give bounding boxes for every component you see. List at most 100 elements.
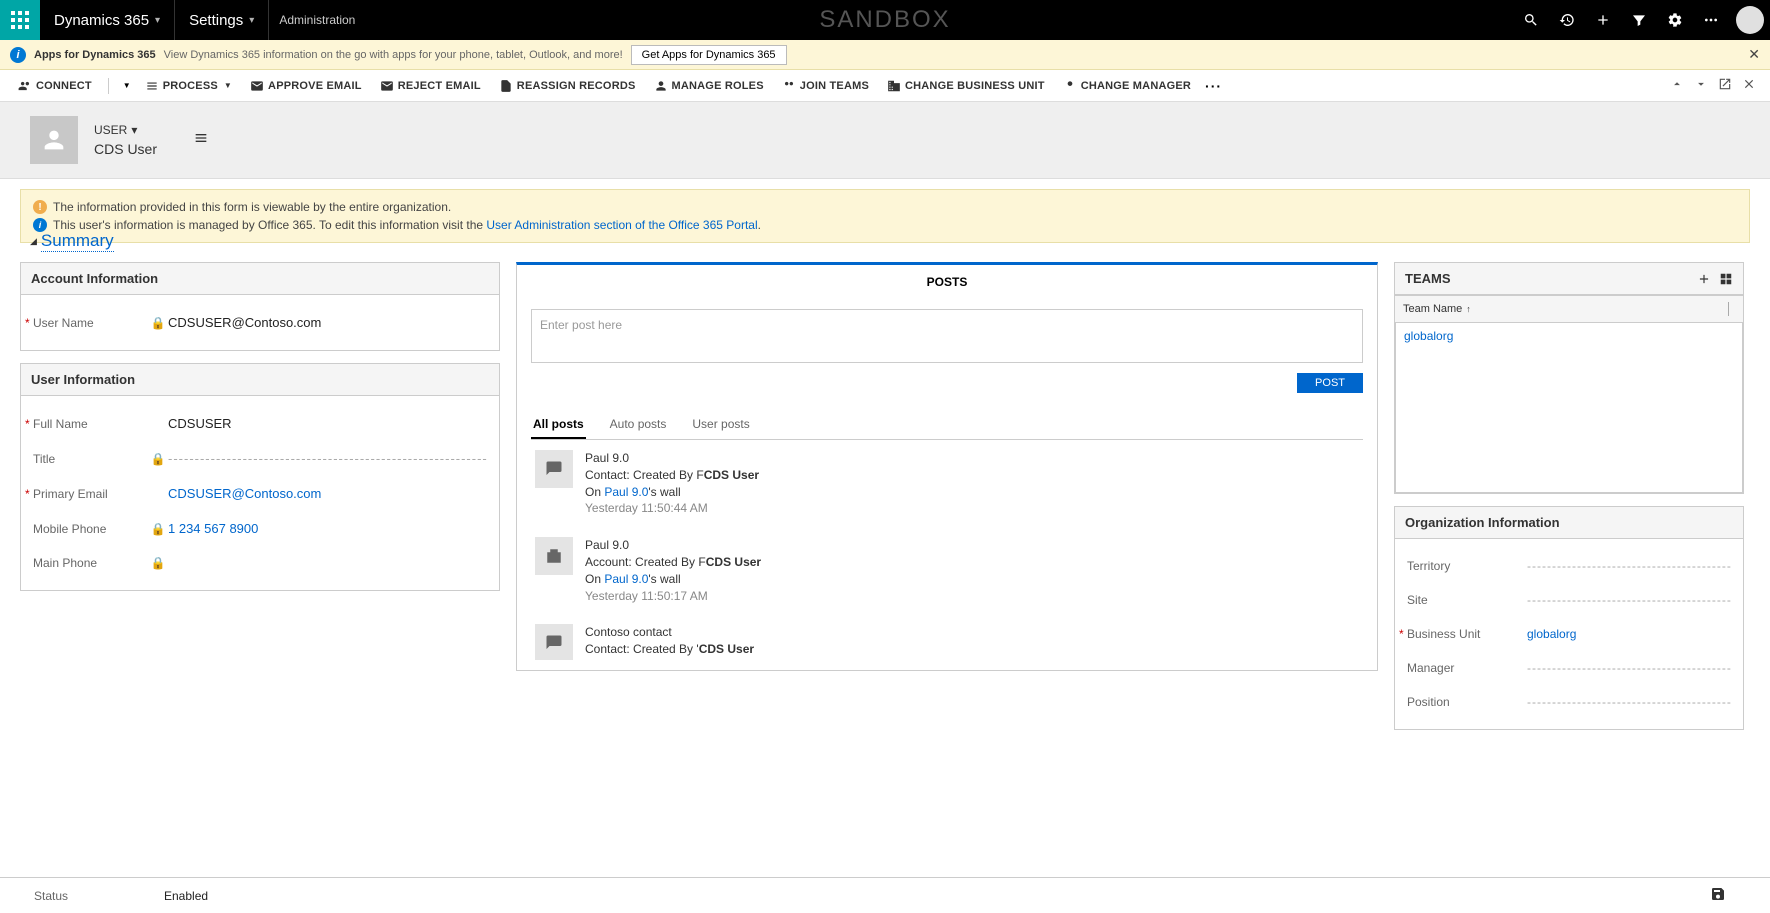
field-territory[interactable]: Territory-------------------------------… xyxy=(1407,549,1731,583)
more-icon[interactable] xyxy=(1694,0,1728,40)
feed-wall-link[interactable]: Paul 9.0 xyxy=(604,572,648,586)
teams-list: globalorg xyxy=(1395,323,1743,493)
search-icon[interactable] xyxy=(1514,0,1548,40)
add-icon[interactable] xyxy=(1697,272,1711,286)
popout-icon[interactable] xyxy=(1718,77,1732,94)
filter-icon[interactable] xyxy=(1622,0,1656,40)
chevron-down-icon: ▾ xyxy=(131,123,137,137)
feed-line: Contact: Created By F xyxy=(585,468,704,482)
add-icon[interactable] xyxy=(1586,0,1620,40)
col-right: TEAMS Team Name ↑ globalorg Organization… xyxy=(1394,262,1744,730)
cmd-approve-email[interactable]: APPROVE EMAIL xyxy=(246,79,366,93)
val-title: ----------------------------------------… xyxy=(168,451,487,466)
field-manager[interactable]: Manager---------------------------------… xyxy=(1407,651,1731,685)
field-mainphone[interactable]: Main Phone 🔒 xyxy=(33,546,487,580)
feed-on: On xyxy=(585,659,604,660)
tab-all-posts[interactable]: All posts xyxy=(531,411,586,439)
posts-tab[interactable]: POSTS xyxy=(517,265,1377,299)
cmd-change-manager[interactable]: CHANGE MANAGER xyxy=(1059,79,1195,93)
nav-up-icon[interactable] xyxy=(1670,77,1684,94)
val-mobile: 1 234 567 8900 xyxy=(168,521,487,536)
divider xyxy=(1728,302,1729,316)
app-launcher-icon[interactable] xyxy=(0,0,40,40)
field-title[interactable]: Title 🔒 --------------------------------… xyxy=(33,441,487,476)
save-icon[interactable] xyxy=(1710,886,1726,905)
feed-item[interactable]: Paul 9.0 Account: Created By FCDS User O… xyxy=(531,527,1363,614)
field-email[interactable]: Primary Email CDSUSER@Contoso.com xyxy=(33,476,487,511)
entity-type[interactable]: USER ▾ xyxy=(94,123,157,137)
cmd-reject-label: REJECT EMAIL xyxy=(398,80,481,92)
nav-settings[interactable]: Settings ▾ xyxy=(175,0,269,40)
feed-item[interactable]: Paul 9.0 Contact: Created By FCDS User O… xyxy=(531,440,1363,527)
grid-icon[interactable] xyxy=(1719,272,1733,286)
form-selector-icon[interactable] xyxy=(193,130,209,151)
cmd-process[interactable]: PROCESS▼ xyxy=(141,79,236,93)
field-bu[interactable]: Business Unitglobalorg xyxy=(1407,617,1731,651)
apps-notice-bar: i Apps for Dynamics 365 View Dynamics 36… xyxy=(0,40,1770,70)
record-avatar xyxy=(30,116,78,164)
lbl-email: Primary Email xyxy=(33,487,148,501)
nav-down-icon[interactable] xyxy=(1694,77,1708,94)
tab-user-posts[interactable]: User posts xyxy=(690,411,751,439)
main-area: ◢ Summary Account Information User Name … xyxy=(0,225,1764,877)
info-icon: i xyxy=(10,47,26,63)
user-avatar[interactable] xyxy=(1736,6,1764,34)
field-position[interactable]: Position--------------------------------… xyxy=(1407,685,1731,719)
cmd-reject-email[interactable]: REJECT EMAIL xyxy=(376,79,485,93)
cmd-change-bu[interactable]: CHANGE BUSINESS UNIT xyxy=(883,79,1049,93)
val-site: ----------------------------------------… xyxy=(1527,593,1731,607)
section-summary-label: Summary xyxy=(41,231,114,252)
lbl-bu: Business Unit xyxy=(1407,627,1527,641)
post-button[interactable]: POST xyxy=(1297,373,1363,393)
history-icon[interactable] xyxy=(1550,0,1584,40)
cmd-roles-label: MANAGE ROLES xyxy=(672,80,764,92)
close-icon[interactable] xyxy=(1742,77,1756,94)
feed-by: CDS User xyxy=(706,555,761,569)
account-icon xyxy=(535,537,573,575)
cmd-more-icon[interactable]: ··· xyxy=(1205,78,1222,94)
nav-admin[interactable]: Administration xyxy=(269,0,369,40)
tab-auto-posts[interactable]: Auto posts xyxy=(608,411,669,439)
nav-settings-label: Settings xyxy=(189,12,243,29)
cmd-connect[interactable]: CONNECT xyxy=(14,79,96,93)
feed-wall-link[interactable]: Paul 9.0 xyxy=(604,485,648,499)
feed-by: CDS User xyxy=(699,642,754,656)
feed-wall2: 's wall xyxy=(691,659,723,660)
feed-line: Contact: Created By ' xyxy=(585,642,699,656)
lbl-territory: Territory xyxy=(1407,559,1527,573)
lbl-title: Title xyxy=(33,452,148,466)
cmd-join-teams[interactable]: JOIN TEAMS xyxy=(778,79,873,93)
team-row[interactable]: globalorg xyxy=(1404,329,1453,343)
lbl-manager: Manager xyxy=(1407,661,1527,675)
feed-text: Paul 9.0 Contact: Created By FCDS User O… xyxy=(585,450,759,517)
get-apps-button[interactable]: Get Apps for Dynamics 365 xyxy=(631,45,787,65)
val-bu: globalorg xyxy=(1527,627,1731,641)
connect-dropdown-icon[interactable]: ▼ xyxy=(121,81,131,90)
teams-grid-header[interactable]: Team Name ↑ xyxy=(1395,295,1743,323)
warning-icon: ! xyxy=(33,200,47,214)
post-input[interactable]: Enter post here xyxy=(531,309,1363,363)
section-summary[interactable]: ◢ Summary xyxy=(20,225,1744,262)
lock-icon: 🔒 xyxy=(148,452,168,466)
warning-text-1: The information provided in this form is… xyxy=(53,200,451,214)
cmd-reassign[interactable]: REASSIGN RECORDS xyxy=(495,79,640,93)
topbar-right xyxy=(1514,0,1770,40)
record-name: CDS User xyxy=(94,141,157,157)
post-feed[interactable]: Paul 9.0 Contact: Created By F CDS User O… xyxy=(531,440,1363,660)
contact-icon xyxy=(535,624,573,660)
feed-wall-link[interactable]: Contoso contact xyxy=(604,659,691,660)
gear-icon[interactable] xyxy=(1658,0,1692,40)
panel-posts: POSTS Enter post here POST All posts Aut… xyxy=(516,262,1378,671)
field-mobile[interactable]: Mobile Phone 🔒 1 234 567 8900 xyxy=(33,511,487,546)
lbl-mobile: Mobile Phone xyxy=(33,522,148,536)
field-user-name[interactable]: User Name 🔒 CDSUSER@Contoso.com xyxy=(33,305,487,340)
cmd-manage-roles[interactable]: MANAGE ROLES xyxy=(650,79,768,93)
field-fullname[interactable]: Full Name CDSUSER xyxy=(33,406,487,441)
close-icon[interactable]: ✕ xyxy=(1748,46,1760,63)
warning-line-1: ! The information provided in this form … xyxy=(33,198,1737,216)
app-name[interactable]: Dynamics 365 ▾ xyxy=(40,0,175,40)
lock-icon: 🔒 xyxy=(148,316,168,330)
entity-type-label: USER xyxy=(94,123,127,137)
feed-item[interactable]: Contoso contact Contact: Created By 'CDS… xyxy=(531,614,1363,660)
field-site[interactable]: Site------------------------------------… xyxy=(1407,583,1731,617)
